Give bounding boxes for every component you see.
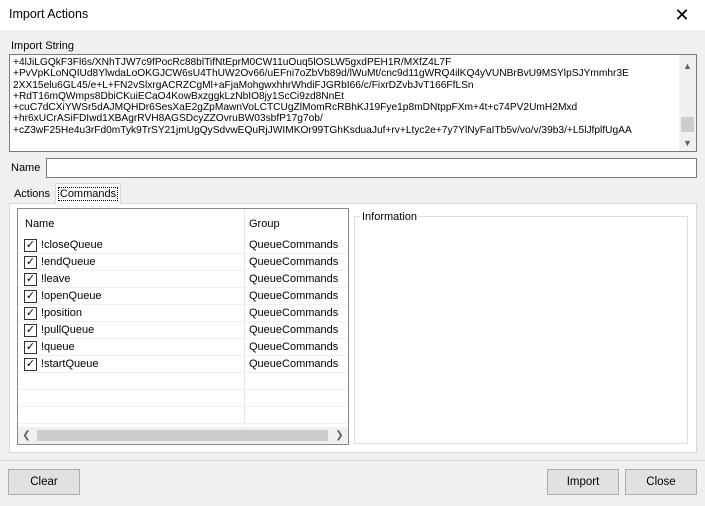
information-label: Information bbox=[360, 211, 420, 223]
command-group: QueueCommands bbox=[249, 341, 339, 353]
row-checkbox[interactable]: ✓ bbox=[24, 239, 37, 252]
command-group: QueueCommands bbox=[249, 290, 339, 302]
import-string-content: +4lJiLGQkF3Fl6s/XNhTJW7c9fPocRc88blTifNt… bbox=[13, 57, 675, 149]
table-row[interactable]: ✓ !endQueue QueueCommands bbox=[18, 254, 348, 271]
table-row[interactable]: ✓ !position QueueCommands bbox=[18, 305, 348, 322]
command-group: QueueCommands bbox=[249, 273, 339, 285]
name-label: Name bbox=[11, 162, 41, 174]
import-line: +cZ3wF25He4u3rFd0mTyk9TrSY21jmUgQySdvwEQ… bbox=[13, 124, 632, 136]
row-checkbox[interactable]: ✓ bbox=[24, 256, 37, 269]
tab-commands[interactable]: Commands bbox=[55, 183, 121, 204]
import-string-textarea[interactable]: +4lJiLGQkF3Fl6s/XNhTJW7c9fPocRc88blTifNt… bbox=[9, 54, 697, 152]
scroll-thumb[interactable] bbox=[37, 430, 328, 441]
commands-list[interactable]: Name Group ✓ !closeQueue QueueCommands ✓ !en… bbox=[17, 208, 349, 445]
import-line: +PvVpKLoNQIUd8YlwdaLoOKGJCW6sU4ThUW2Ov66… bbox=[13, 68, 629, 80]
column-header-name[interactable]: Name bbox=[25, 218, 54, 230]
row-checkbox[interactable]: ✓ bbox=[24, 290, 37, 303]
import-string-label: Import String bbox=[11, 40, 74, 52]
row-checkbox[interactable]: ✓ bbox=[24, 273, 37, 286]
import-button[interactable]: Import bbox=[547, 469, 619, 495]
row-checkbox[interactable]: ✓ bbox=[24, 358, 37, 371]
information-group bbox=[354, 216, 688, 444]
command-name: !closeQueue bbox=[41, 239, 103, 251]
table-row[interactable]: ✓ !queue QueueCommands bbox=[18, 339, 348, 356]
title-bar: Import Actions ✕ bbox=[0, 0, 705, 30]
table-row[interactable]: ✓ !closeQueue QueueCommands bbox=[18, 237, 348, 254]
command-group: QueueCommands bbox=[249, 324, 339, 336]
table-row[interactable]: ✓ !pullQueue QueueCommands bbox=[18, 322, 348, 339]
command-group: QueueCommands bbox=[249, 307, 339, 319]
clear-button[interactable]: Clear bbox=[8, 469, 80, 495]
empty-row bbox=[18, 390, 348, 407]
import-line: +hr6xUCrASiFDIwd1XBAgrRVH8AGSDcyZZOvruBW… bbox=[13, 113, 323, 125]
command-name: !pullQueue bbox=[41, 324, 95, 336]
empty-row bbox=[18, 373, 348, 390]
command-group: QueueCommands bbox=[249, 239, 339, 251]
import-line: +cuC7dCXiYWSr5dAJMQHDr6SesXaE2gZpMawnVoL… bbox=[13, 102, 578, 114]
command-group: QueueCommands bbox=[249, 256, 339, 268]
name-input[interactable] bbox=[46, 158, 697, 178]
command-name: !endQueue bbox=[41, 256, 96, 268]
import-line: 2XX15elu6GL45/e+L+FN2vSlxrgACRZCgMl+aFja… bbox=[13, 79, 474, 91]
scroll-thumb[interactable] bbox=[681, 117, 694, 132]
import-line: +RdT16mQWmps8DbiCKuiECaO4KowBxzggkLzNbIO… bbox=[13, 90, 344, 102]
tab-actions-label: Actions bbox=[13, 187, 51, 200]
command-name: !position bbox=[41, 307, 82, 319]
close-button[interactable]: Close bbox=[625, 469, 697, 495]
command-name: !queue bbox=[41, 341, 75, 353]
scroll-left-icon[interactable]: ❮ bbox=[18, 427, 35, 444]
import-vertical-scrollbar[interactable]: ▲ ▼ bbox=[679, 55, 696, 151]
list-horizontal-scrollbar[interactable]: ❮ ❯ bbox=[18, 427, 348, 444]
table-row[interactable]: ✓ !leave QueueCommands bbox=[18, 271, 348, 288]
import-line: +4lJiLGQkF3Fl6s/XNhTJW7c9fPocRc88blTifNt… bbox=[13, 57, 452, 68]
scroll-right-icon[interactable]: ❯ bbox=[331, 427, 348, 444]
scroll-up-icon[interactable]: ▲ bbox=[679, 57, 696, 74]
close-window-button[interactable]: ✕ bbox=[659, 0, 705, 30]
row-checkbox[interactable]: ✓ bbox=[24, 324, 37, 337]
footer-divider bbox=[0, 460, 705, 461]
scroll-down-icon[interactable]: ▼ bbox=[679, 134, 696, 151]
command-group: QueueCommands bbox=[249, 358, 339, 370]
table-row[interactable]: ✓ !startQueue QueueCommands bbox=[18, 356, 348, 373]
list-header: Name Group bbox=[18, 209, 348, 237]
empty-row bbox=[18, 407, 348, 424]
command-name: !leave bbox=[41, 273, 71, 285]
row-checkbox[interactable]: ✓ bbox=[24, 307, 37, 320]
command-name: !startQueue bbox=[41, 358, 99, 370]
tab-commands-label: Commands bbox=[57, 187, 119, 201]
table-row[interactable]: ✓ !openQueue QueueCommands bbox=[18, 288, 348, 305]
column-header-group[interactable]: Group bbox=[249, 218, 280, 230]
window-title: Import Actions bbox=[9, 7, 89, 21]
row-checkbox[interactable]: ✓ bbox=[24, 341, 37, 354]
tab-actions[interactable]: Actions bbox=[9, 184, 55, 203]
command-name: !openQueue bbox=[41, 290, 102, 302]
